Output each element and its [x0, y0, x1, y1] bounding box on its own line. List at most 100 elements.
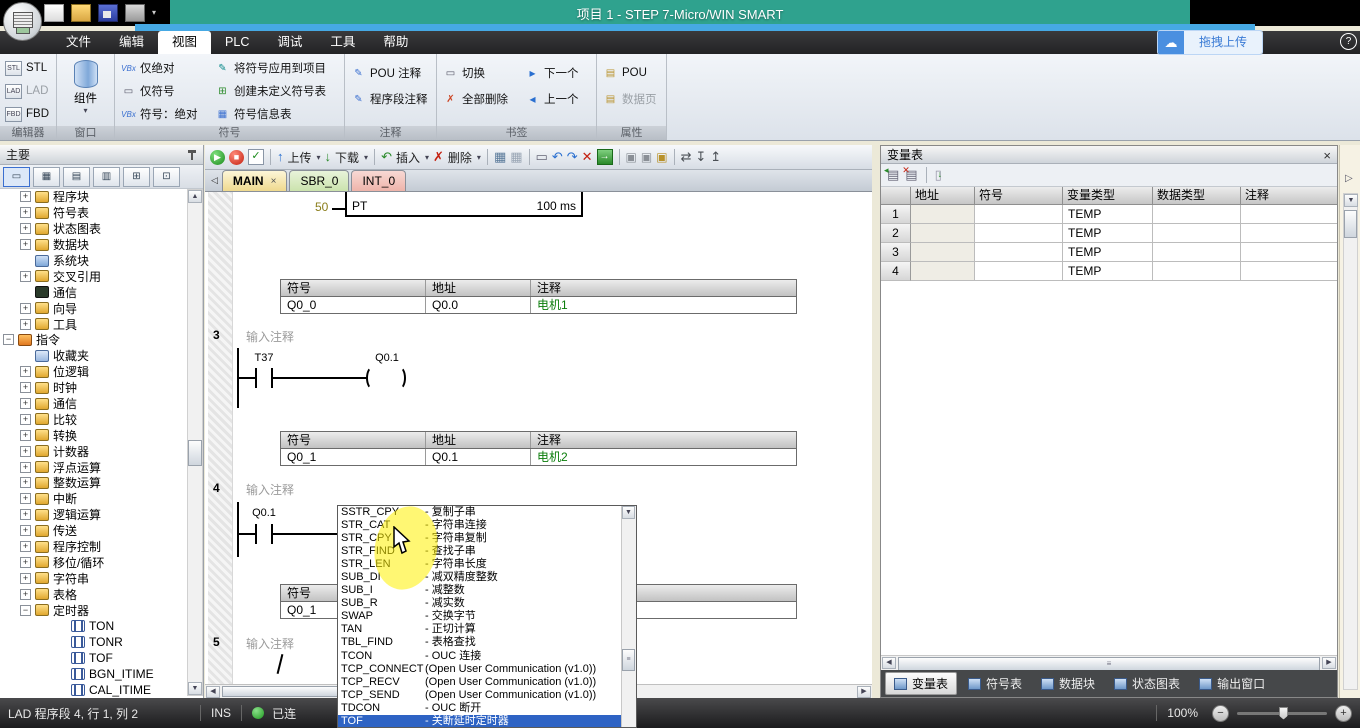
- tree-toggle-icon[interactable]: [56, 668, 67, 679]
- tree-item[interactable]: 系统块: [0, 253, 187, 269]
- fbd-button[interactable]: FBD FBD: [5, 105, 49, 123]
- insert-row-icon[interactable]: ▤: [884, 165, 899, 183]
- tree-item[interactable]: TONR: [0, 634, 187, 650]
- data-page-button[interactable]: 数据页: [603, 90, 657, 108]
- scroll-down-icon[interactable]: ▼: [1344, 194, 1358, 207]
- panel-tab[interactable]: 输出窗口: [1191, 673, 1273, 694]
- scrollbar-thumb[interactable]: [188, 440, 202, 466]
- tree-toggle-icon[interactable]: [20, 255, 31, 266]
- compile-icon[interactable]: ✓: [248, 149, 264, 165]
- tree-item[interactable]: 比较: [0, 411, 187, 427]
- contact-label[interactable]: Q0.1: [241, 507, 287, 519]
- symbol-only-button[interactable]: 仅符号: [121, 82, 175, 100]
- tree-item[interactable]: 状态图表: [0, 221, 187, 237]
- panel-tab[interactable]: 状态图表: [1106, 673, 1188, 694]
- component-button[interactable]: 组件 ▾: [63, 57, 108, 123]
- chart-dim-icon[interactable]: ▦: [510, 149, 522, 165]
- tree-toggle-icon[interactable]: [20, 461, 31, 473]
- scroll-down-icon[interactable]: ▼: [188, 682, 202, 695]
- bookmark-next-button[interactable]: 下一个: [525, 64, 579, 82]
- tree-toggle-icon[interactable]: [20, 493, 31, 505]
- network-number[interactable]: 5: [213, 635, 233, 649]
- coil-label[interactable]: Q0.1: [357, 352, 417, 364]
- tree-toggle-icon[interactable]: [20, 207, 31, 219]
- tree-scrollbar[interactable]: ▲ ▼: [187, 189, 203, 696]
- tree-toggle-icon[interactable]: [20, 287, 31, 298]
- tree-item[interactable]: 指令: [0, 332, 187, 348]
- insert-button[interactable]: 插入: [396, 149, 420, 166]
- tree-toggle-icon[interactable]: [20, 302, 31, 314]
- panel-tab[interactable]: 数据块: [1033, 673, 1103, 694]
- upload-button[interactable]: 上传: [288, 149, 312, 166]
- tree-item[interactable]: 逻辑运算: [0, 507, 187, 523]
- tree-toggle-icon[interactable]: [20, 270, 31, 282]
- tree-item[interactable]: CAL_ITIME: [0, 682, 187, 698]
- tree-item[interactable]: 位逻辑: [0, 364, 187, 380]
- instruction-list-item[interactable]: TCP_RECV (Open User Communication (v1.0)…: [338, 676, 621, 689]
- address-cell[interactable]: [911, 262, 975, 281]
- branch-down-icon[interactable]: ↧: [695, 149, 706, 165]
- instruction-list-item[interactable]: STR_FIND - 查找子串: [338, 545, 621, 558]
- timer-preset-value[interactable]: 50: [315, 200, 328, 214]
- tree-item[interactable]: 中断: [0, 491, 187, 507]
- scrollbar-thumb[interactable]: [1344, 210, 1357, 238]
- tree-item[interactable]: 收藏夹: [0, 348, 187, 364]
- tree-item[interactable]: 工具: [0, 316, 187, 332]
- tree-item[interactable]: 整数运算: [0, 475, 187, 491]
- pou-comment-button[interactable]: POU 注释: [351, 64, 421, 82]
- expand-panel-icon[interactable]: ▷: [1345, 173, 1353, 184]
- download-icon[interactable]: ↓: [325, 148, 332, 166]
- go-icon[interactable]: →: [596, 149, 613, 165]
- tree-item[interactable]: 向导: [0, 300, 187, 316]
- tree-item[interactable]: 计数器: [0, 443, 187, 459]
- help-icon[interactable]: ?: [1340, 33, 1357, 50]
- dropdown-scrollbar[interactable]: ▲ ≡ ▼: [621, 506, 636, 727]
- data-type-cell[interactable]: [1153, 243, 1241, 262]
- tree-item[interactable]: 数据块: [0, 237, 187, 253]
- var-type-cell[interactable]: TEMP: [1063, 224, 1153, 243]
- apply-symbols-button[interactable]: 将符号应用到项目: [215, 59, 326, 77]
- scroll-left-icon[interactable]: ◀: [882, 657, 896, 669]
- bookmark-remove-all-button[interactable]: 全部删除: [443, 90, 508, 108]
- tree-item[interactable]: 移位/循环: [0, 554, 187, 570]
- right-scrollbar[interactable]: ▲ ▼: [1343, 193, 1358, 690]
- scrollbar-thumb[interactable]: ≡: [622, 649, 635, 671]
- tree-item[interactable]: 浮点运算: [0, 459, 187, 475]
- tree-toggle-icon[interactable]: [20, 366, 31, 378]
- delete-row-icon[interactable]: ▤: [902, 165, 917, 183]
- network-comment[interactable]: 输入注释: [246, 328, 294, 345]
- menu-item[interactable]: 调试: [263, 31, 316, 54]
- tree-item[interactable]: 程序控制: [0, 539, 187, 555]
- tree-toggle-icon[interactable]: [20, 572, 31, 584]
- lad-button[interactable]: LAD LAD: [5, 82, 48, 100]
- upload-dropdown-icon[interactable]: ▾: [317, 153, 321, 162]
- instruction-list-item[interactable]: SUB_R - 减实数: [338, 597, 621, 610]
- instruction-list-item[interactable]: SUB_DI - 减双精度整数: [338, 571, 621, 584]
- zoom-in-icon[interactable]: +: [1335, 704, 1352, 722]
- zoom-slider[interactable]: [1237, 706, 1327, 720]
- chart-icon[interactable]: ▦: [494, 149, 506, 165]
- coil-icon[interactable]: [366, 366, 380, 390]
- tab-main[interactable]: MAIN ×: [221, 170, 288, 191]
- symbol-table-row[interactable]: Q0_0 Q0.0 电机1: [281, 297, 796, 313]
- undo-icon[interactable]: ↶: [552, 149, 563, 165]
- print-icon[interactable]: [125, 4, 145, 22]
- tree-toggle-icon[interactable]: [3, 334, 14, 346]
- tree-toggle-icon[interactable]: [20, 541, 31, 553]
- redo-icon[interactable]: ↷: [567, 149, 578, 165]
- address-cell[interactable]: [911, 243, 975, 262]
- view-icon-5[interactable]: ⊞: [123, 167, 150, 187]
- stl-button[interactable]: STL STL: [5, 59, 47, 77]
- tree-toggle-icon[interactable]: [20, 445, 31, 457]
- insert-dropdown-icon[interactable]: ▾: [425, 153, 429, 162]
- data-type-cell[interactable]: [1153, 224, 1241, 243]
- pin-icon[interactable]: [188, 150, 196, 160]
- view-icon-3[interactable]: ▤: [63, 167, 90, 187]
- tree-toggle-icon[interactable]: [56, 684, 67, 695]
- close-icon[interactable]: ×: [1323, 147, 1331, 165]
- row-number[interactable]: 2: [881, 224, 911, 243]
- branch-icon[interactable]: ⇄: [681, 149, 692, 165]
- var-type-cell[interactable]: TEMP: [1063, 205, 1153, 224]
- network-number[interactable]: 3: [213, 328, 233, 342]
- row-number[interactable]: 1: [881, 205, 911, 224]
